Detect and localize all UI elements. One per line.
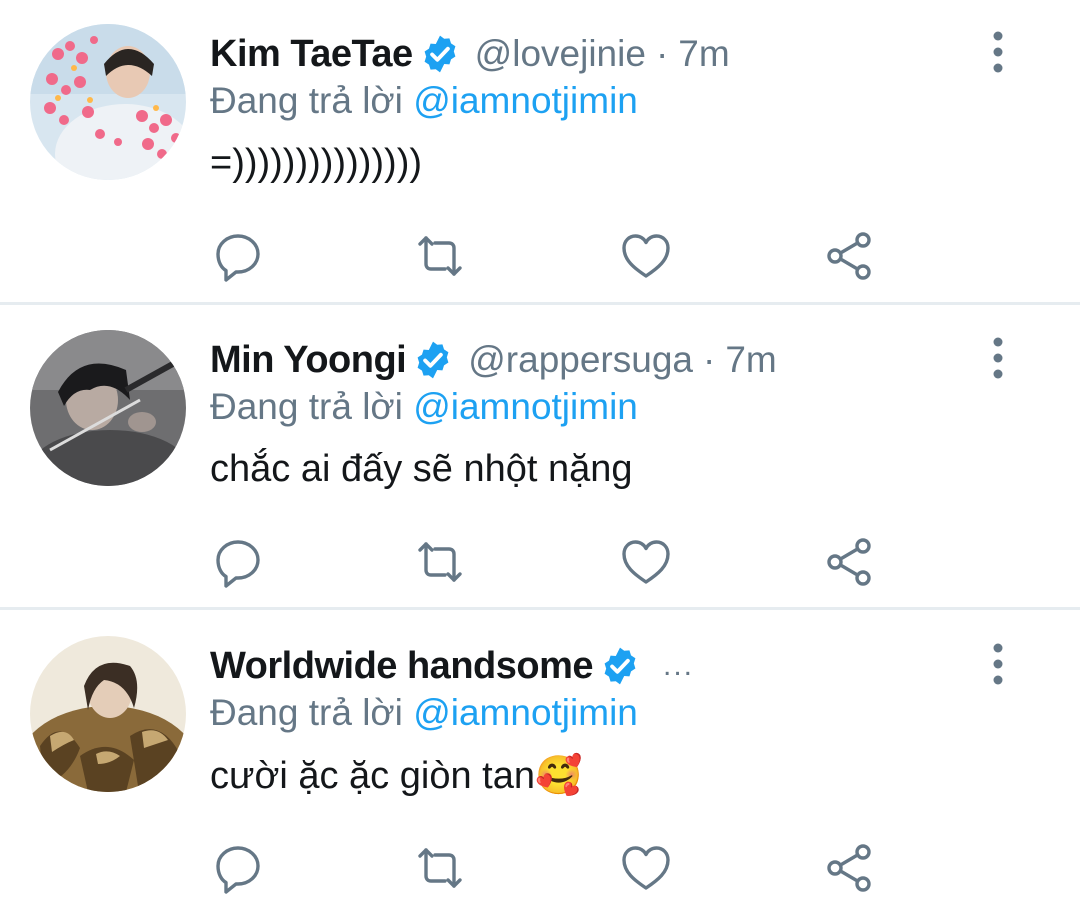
tweet[interactable]: Min Yoongi @rappersuga · 7m Đang trả lời… xyxy=(0,306,1080,610)
truncated-meta: ... xyxy=(663,649,695,682)
reply-prefix: Đang trả lời xyxy=(210,80,403,121)
retweet-icon[interactable] xyxy=(414,536,466,588)
reply-icon[interactable] xyxy=(212,230,264,282)
user-handle[interactable]: @lovejinie xyxy=(475,33,646,75)
reply-icon[interactable] xyxy=(212,536,264,588)
verified-badge-icon xyxy=(419,33,461,75)
tweet-text: chắc ai đấy sẽ nhột nặng xyxy=(210,448,633,490)
verified-badge-icon xyxy=(412,339,454,381)
tweet-text: cười ặc ặc giòn tan🥰 xyxy=(210,755,583,797)
like-icon[interactable] xyxy=(620,536,672,588)
reply-mention-link[interactable]: @iamnotjimin xyxy=(413,692,638,733)
like-icon[interactable] xyxy=(620,842,672,894)
like-icon[interactable] xyxy=(620,230,672,282)
replying-to: Đang trả lời @iamnotjimin xyxy=(210,692,638,734)
verified-badge-icon xyxy=(599,645,641,687)
reply-icon[interactable] xyxy=(212,842,264,894)
more-options-icon[interactable] xyxy=(980,642,1016,686)
tweet-actions xyxy=(0,842,1080,894)
tweet-header: Min Yoongi @rappersuga · 7m xyxy=(210,334,777,386)
share-icon[interactable] xyxy=(824,842,876,894)
reply-prefix: Đang trả lời xyxy=(210,386,403,427)
avatar-image xyxy=(30,330,186,486)
tweet-actions xyxy=(0,536,1080,588)
tweet-timestamp[interactable]: 7m xyxy=(678,33,729,75)
user-avatar[interactable] xyxy=(30,636,186,792)
reply-prefix: Đang trả lời xyxy=(210,692,403,733)
share-icon[interactable] xyxy=(824,536,876,588)
reply-mention-link[interactable]: @iamnotjimin xyxy=(413,80,638,121)
user-handle[interactable]: @rappersuga xyxy=(468,339,693,381)
display-name[interactable]: Kim TaeTae xyxy=(210,33,413,76)
replying-to: Đang trả lời @iamnotjimin xyxy=(210,386,638,428)
tweet-actions xyxy=(0,230,1080,282)
user-avatar[interactable] xyxy=(30,330,186,486)
share-icon[interactable] xyxy=(824,230,876,282)
replying-to: Đang trả lời @iamnotjimin xyxy=(210,80,638,122)
retweet-icon[interactable] xyxy=(414,230,466,282)
tweet-divider xyxy=(0,302,1080,305)
more-options-icon[interactable] xyxy=(980,336,1016,380)
reply-mention-link[interactable]: @iamnotjimin xyxy=(413,386,638,427)
tweet[interactable]: Kim TaeTae @lovejinie · 7m Đang trả lời … xyxy=(0,0,1080,304)
tweet-header: Worldwide handsome ... xyxy=(210,640,694,692)
more-options-icon[interactable] xyxy=(980,30,1016,74)
retweet-icon[interactable] xyxy=(414,842,466,894)
display-name[interactable]: Min Yoongi xyxy=(210,339,407,382)
avatar-image xyxy=(30,24,186,180)
tweet-timestamp[interactable]: 7m xyxy=(725,339,776,381)
tweet-text: =))))))))))))))) xyxy=(210,142,423,184)
avatar-image xyxy=(30,636,186,792)
tweet[interactable]: Worldwide handsome ... Đang trả lời @iam… xyxy=(0,612,1080,912)
meta-separator: · xyxy=(655,33,669,74)
user-avatar[interactable] xyxy=(30,24,186,180)
tweet-divider xyxy=(0,607,1080,610)
timeline-feed: Kim TaeTae @lovejinie · 7m Đang trả lời … xyxy=(0,0,1080,912)
meta-separator: · xyxy=(702,339,716,380)
tweet-header: Kim TaeTae @lovejinie · 7m xyxy=(210,28,730,80)
display-name[interactable]: Worldwide handsome xyxy=(210,645,594,688)
